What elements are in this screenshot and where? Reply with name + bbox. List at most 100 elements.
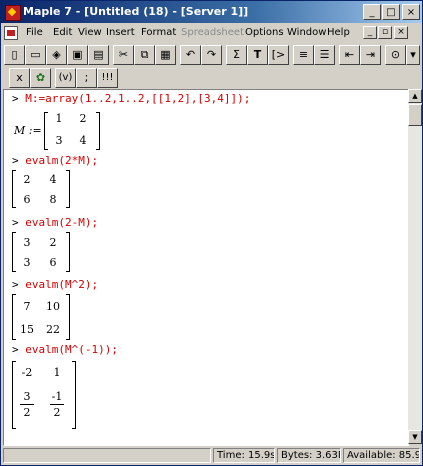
command-text[interactable]: evalm(2-M); [25, 216, 98, 229]
matrix-bracket-right [66, 232, 70, 272]
matrix-cell: 1 [53, 366, 61, 379]
new-icon[interactable]: ▯ [4, 45, 25, 65]
maple-app-icon[interactable] [5, 5, 21, 21]
prompt-symbol: > [12, 278, 19, 291]
matrix-bracket-right [72, 361, 76, 429]
parenthesize-button[interactable]: (v) [55, 68, 76, 88]
text-icon[interactable]: T [247, 45, 268, 65]
restart-icon[interactable]: ▾ [406, 45, 420, 65]
status-time: Time: 15.9s [213, 448, 275, 463]
matrix-cell: 8 [49, 193, 57, 206]
status-bar: Time: 15.9s Bytes: 3.63M Available: 85.9… [1, 446, 422, 465]
indent-icon[interactable]: ≡ [293, 45, 314, 65]
matrix-cell: 3 [23, 256, 31, 269]
copy-icon[interactable]: ⧉ [134, 45, 155, 65]
window-title: Maple 7 - [Untitled (18) - [Server 1]] [23, 5, 249, 18]
matrix-cell: 22 [46, 323, 60, 336]
status-message [3, 448, 211, 463]
fraction-denominator: 2 [23, 406, 31, 419]
matrix-cell: -2 [21, 366, 33, 379]
command-text[interactable]: evalm(M^(-1)); [25, 343, 118, 356]
command-text[interactable]: evalm(2*M); [25, 154, 98, 167]
document-icon[interactable] [4, 26, 18, 40]
sigma-icon[interactable]: Σ [226, 45, 247, 65]
save-icon[interactable]: ▣ [67, 45, 88, 65]
menu-format[interactable]: Format [141, 27, 176, 38]
prompt-symbol: > [12, 216, 19, 229]
menu-insert[interactable]: Insert [106, 27, 135, 38]
input-line-2[interactable]: > evalm(2*M); [12, 154, 98, 167]
scroll-thumb[interactable] [408, 104, 422, 126]
prompt-symbol: > [12, 154, 19, 167]
stop-icon[interactable]: ⊙ [385, 45, 406, 65]
doc-restore-button[interactable]: ▫ [378, 26, 392, 39]
open-icon[interactable]: ▭ [25, 45, 46, 65]
matrix-cell: 6 [49, 256, 57, 269]
output-label: M := [14, 124, 42, 137]
menu-window[interactable]: Window [287, 27, 326, 38]
command-text[interactable]: evalm(M^2); [25, 278, 98, 291]
matrix-cell: 15 [20, 323, 34, 336]
matrix-bracket-right [66, 294, 70, 340]
fraction-cell: -1 2 [46, 390, 68, 419]
collapse-icon[interactable]: ⇤ [339, 45, 360, 65]
fraction-cell: 3 2 [16, 390, 38, 419]
prompt-symbol: > [12, 92, 19, 105]
menu-view[interactable]: View [78, 27, 102, 38]
command-text[interactable]: M:=array(1..2,1..2,[[1,2],[3,4]]); [25, 92, 250, 105]
matrix-cell: 2 [79, 112, 87, 125]
execute-all-button[interactable]: !!! [97, 68, 118, 88]
matrix-cell: 1 [55, 112, 63, 125]
menu-help[interactable]: Help [327, 27, 350, 38]
math-mode-button[interactable]: x [9, 68, 30, 88]
input-line-3[interactable]: > evalm(2-M); [12, 216, 98, 229]
prompt-symbol: > [12, 343, 19, 356]
menu-options[interactable]: Options [245, 27, 284, 38]
redo-icon[interactable]: ↷ [201, 45, 222, 65]
fraction-bar [50, 404, 64, 405]
title-bar[interactable]: Maple 7 - [Untitled (18) - [Server 1]] _… [1, 1, 422, 23]
maple-window: Maple 7 - [Untitled (18) - [Server 1]] _… [0, 0, 423, 466]
scroll-up-icon[interactable]: ▲ [408, 89, 422, 103]
matrix-cell: 4 [49, 173, 57, 186]
undo-icon[interactable]: ↶ [180, 45, 201, 65]
input-line-1[interactable]: > M:=array(1..2,1..2,[[1,2],[3,4]]); [12, 92, 250, 105]
maximize-button[interactable]: □ [382, 4, 400, 20]
matrix-cell: 3 [23, 236, 31, 249]
input-line-5[interactable]: > evalm(M^(-1)); [12, 343, 118, 356]
prompt-icon[interactable]: [> [268, 45, 289, 65]
open-url-icon[interactable]: ◈ [46, 45, 67, 65]
print-icon[interactable]: ▤ [88, 45, 109, 65]
cut-icon[interactable]: ✂ [113, 45, 134, 65]
expand-icon[interactable]: ⇥ [360, 45, 381, 65]
doc-minimize-button[interactable]: _ [363, 26, 377, 39]
menu-bar: File Edit View Insert Format Spreadsheet… [1, 23, 422, 43]
matrix-cell: 6 [23, 193, 31, 206]
menu-edit[interactable]: Edit [53, 27, 72, 38]
outdent-icon[interactable]: ☰ [314, 45, 335, 65]
menu-spreadsheet[interactable]: Spreadsheet [181, 27, 244, 38]
semicolon-button[interactable]: ; [76, 68, 97, 88]
fraction-bar [20, 404, 34, 405]
matrix-cell: 2 [23, 173, 31, 186]
matrix-cell: 2 [49, 236, 57, 249]
menu-file[interactable]: File [26, 27, 43, 38]
doc-close-button[interactable]: × [394, 26, 408, 39]
input-line-4[interactable]: > evalm(M^2); [12, 278, 98, 291]
status-bytes: Bytes: 3.63M [277, 448, 341, 463]
matrix-cell: 7 [23, 300, 31, 313]
scroll-down-icon[interactable]: ▼ [408, 430, 422, 444]
paste-icon[interactable]: ▦ [155, 45, 176, 65]
status-available: Available: 85.9M [343, 448, 420, 463]
minimize-button[interactable]: _ [363, 4, 381, 20]
vertical-scrollbar[interactable]: ▲ ▼ [408, 89, 422, 444]
matrix-bracket-right [96, 112, 100, 150]
fraction-numerator: -1 [51, 390, 63, 403]
matrix-cell: 3 [55, 134, 63, 147]
maple-leaf-icon[interactable]: ✿ [30, 68, 51, 88]
close-button[interactable]: × [402, 4, 420, 20]
fraction-denominator: 2 [53, 406, 61, 419]
worksheet[interactable]: > M:=array(1..2,1..2,[[1,2],[3,4]]); M :… [3, 89, 409, 446]
matrix-cell: 10 [46, 300, 60, 313]
fraction-numerator: 3 [23, 390, 31, 403]
